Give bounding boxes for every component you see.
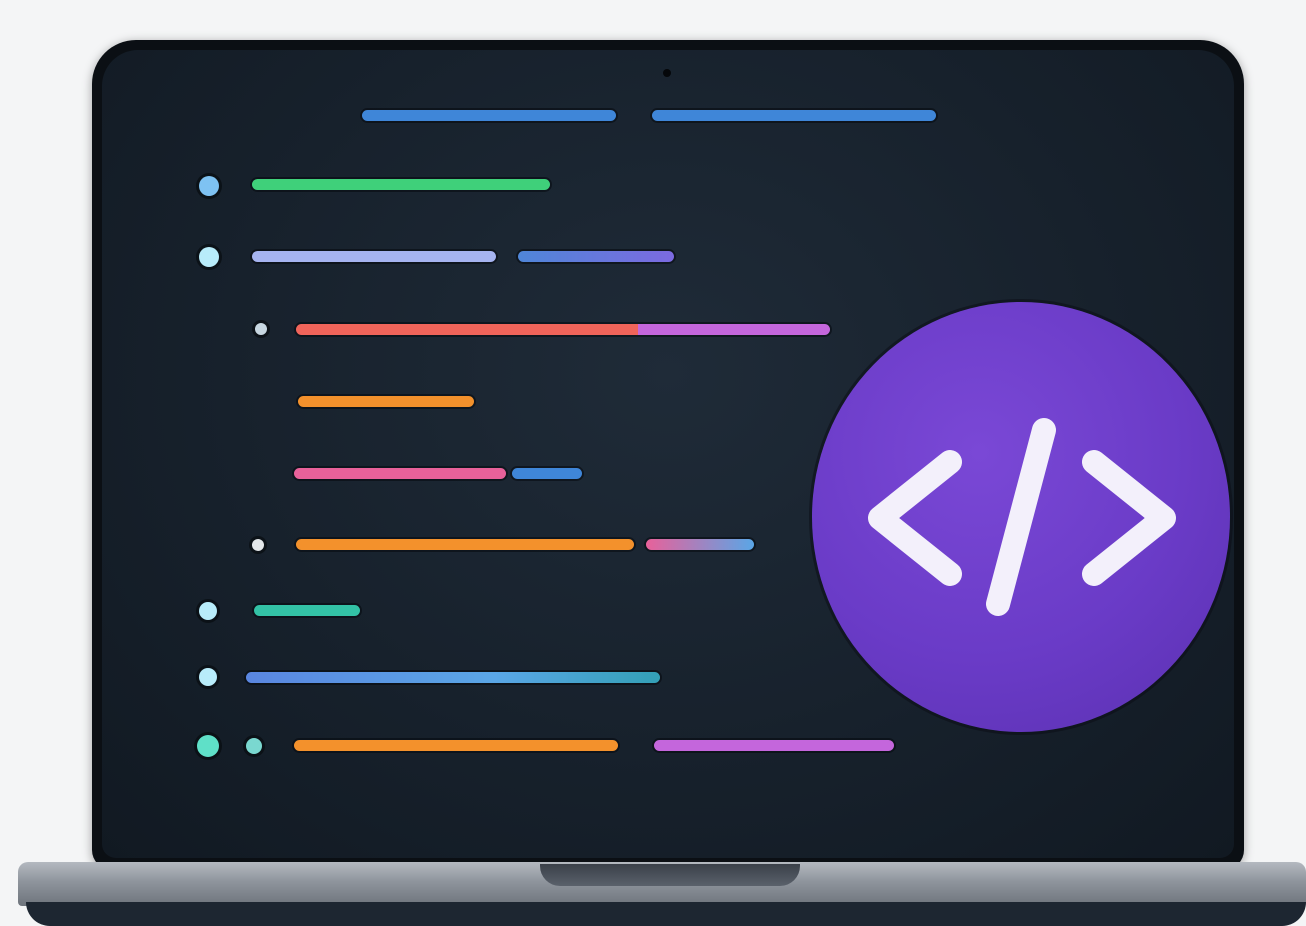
code-line (518, 251, 674, 262)
laptop-illustration (0, 0, 1306, 926)
code-badge (812, 302, 1230, 732)
code-line-header-2 (652, 110, 936, 121)
code-line (296, 539, 634, 550)
code-line (646, 539, 754, 550)
code-line-header-1 (362, 110, 616, 121)
code-line (296, 324, 830, 335)
code-line (298, 396, 474, 407)
code-line (252, 179, 550, 190)
line-marker-dot (246, 738, 262, 754)
line-marker-dot (255, 323, 267, 335)
code-line (512, 468, 582, 479)
code-line (294, 740, 618, 751)
code-brackets-icon (868, 418, 1176, 616)
code-line (654, 740, 894, 751)
line-marker-dot (199, 602, 217, 620)
line-marker-dot (252, 539, 264, 551)
line-marker-dot (197, 735, 219, 757)
code-line (254, 605, 360, 616)
code-line (294, 468, 506, 479)
code-line (246, 672, 660, 683)
laptop-base-bottom (26, 902, 1306, 926)
line-marker-dot (199, 668, 217, 686)
code-line (252, 251, 496, 262)
line-marker-dot (199, 247, 219, 267)
camera-dot (663, 69, 671, 77)
line-marker-dot (199, 176, 219, 196)
laptop-notch (540, 864, 800, 886)
